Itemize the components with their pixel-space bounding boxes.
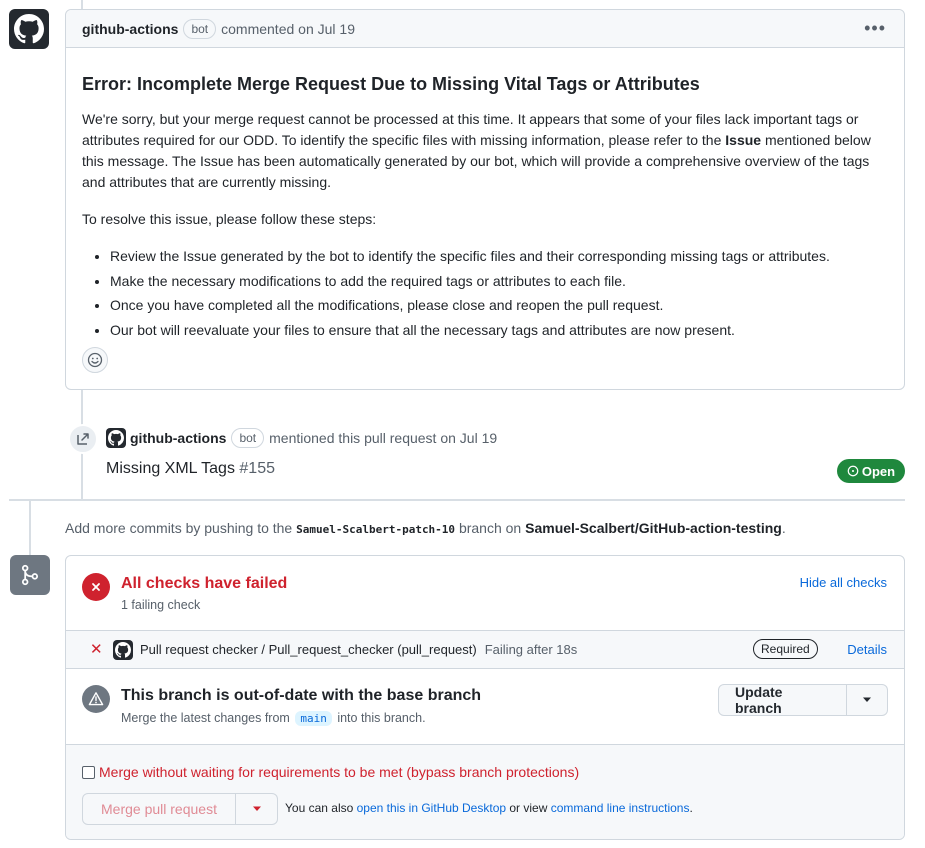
github-logo-icon [108, 430, 124, 446]
github-logo-icon [14, 14, 44, 44]
paragraph-bold-text: Issue [725, 132, 762, 148]
push-note-text: branch on [455, 520, 526, 536]
push-note: Add more commits by pushing to the Samue… [65, 520, 786, 536]
merge-button-group: Merge pull request [82, 793, 278, 825]
check-name-wrapper: Pull request checker / Pull_request_chec… [140, 642, 577, 657]
mention-author[interactable]: github-actions [130, 430, 226, 446]
x-icon: ✕ [90, 641, 103, 658]
comment-paragraph-1: We're sorry, but your merge request cann… [82, 109, 888, 193]
command-line-instructions-link[interactable]: command line instructions [551, 801, 690, 815]
github-actions-avatar-small[interactable] [106, 428, 126, 448]
triangle-down-icon [252, 806, 261, 811]
alert-glyph [88, 692, 104, 706]
git-merge-icon [10, 555, 50, 595]
comment-header: github-actions bot commented on Jul 19 •… [66, 10, 904, 48]
git-merge-glyph [21, 564, 39, 586]
issue-open-badge: Open [837, 459, 905, 483]
merge-method-dropdown[interactable] [236, 793, 278, 825]
hint-text: You can also [285, 801, 357, 815]
referenced-issue-link[interactable]: Missing XML Tags #155 [106, 460, 275, 478]
issue-title[interactable]: Missing XML Tags [106, 460, 235, 477]
comment-author[interactable]: github-actions [82, 21, 178, 37]
github-actions-avatar[interactable] [9, 9, 49, 49]
mention-meta: mentioned this pull request on Jul 19 [269, 430, 498, 446]
cross-reference-glyph [77, 433, 89, 445]
required-badge: Required [753, 639, 818, 659]
repo-name[interactable]: Samuel-Scalbert/GitHub-action-testing [525, 520, 782, 536]
merge-box: All checks have failed 1 failing check H… [65, 555, 905, 840]
add-reaction-button[interactable] [82, 347, 108, 373]
x-glyph [92, 583, 100, 591]
steps-list: Review the Issue generated by the bot to… [82, 246, 888, 341]
timeline-line [29, 501, 31, 555]
merge-hint: You can also open this in GitHub Desktop… [285, 801, 693, 815]
merge-pull-request-button[interactable]: Merge pull request [82, 793, 236, 825]
branch-sub-text: Merge the latest changes from [121, 711, 290, 725]
update-branch-dropdown[interactable] [847, 684, 888, 716]
timeline-line [81, 0, 83, 9]
hide-all-checks-link[interactable]: Hide all checks [800, 575, 887, 590]
branch-status-subtitle: Merge the latest changes from main into … [121, 711, 426, 726]
list-item: Review the Issue generated by the bot to… [110, 246, 888, 267]
bypass-checkbox[interactable] [82, 765, 95, 779]
comment-paragraph-2: To resolve this issue, please follow the… [82, 211, 377, 227]
kebab-horizontal-icon[interactable]: ••• [864, 19, 886, 37]
x-circle-icon [82, 573, 110, 601]
check-app-avatar[interactable] [113, 640, 133, 660]
update-branch-button[interactable]: Update branch [718, 684, 847, 716]
update-branch-group: Update branch [718, 684, 888, 716]
checks-summary: All checks have failed 1 failing check H… [66, 556, 904, 631]
list-item: Make the necessary modifications to add … [110, 271, 888, 292]
hint-text: or view [506, 801, 551, 815]
bot-badge: bot [183, 18, 217, 39]
branch-status-title: This branch is out-of-date with the base… [121, 687, 482, 704]
comment-title: Error: Incomplete Merge Request Due to M… [82, 74, 700, 94]
branch-sub-text: into this branch. [337, 711, 426, 725]
smiley-icon [87, 352, 103, 368]
alert-icon [82, 685, 110, 713]
issue-number: #155 [239, 460, 275, 477]
cross-reference-icon [68, 424, 98, 454]
head-branch-name[interactable]: Samuel-Scalbert-patch-10 [296, 523, 455, 536]
bot-badge: bot [231, 428, 265, 448]
bypass-option: Merge without waiting for requirements t… [82, 764, 579, 780]
base-branch-name[interactable]: main [295, 711, 332, 726]
check-name: Pull request checker / Pull_request_chec… [140, 642, 477, 657]
triangle-down-icon [863, 697, 871, 702]
list-item: Once you have completed all the modifica… [110, 295, 888, 316]
issue-opened-icon [847, 465, 859, 477]
checks-title: All checks have failed [121, 575, 288, 592]
check-status: Failing after 18s [484, 642, 578, 657]
comment-timestamp[interactable]: commented on Jul 19 [221, 21, 355, 37]
timeline-divider [9, 499, 905, 501]
list-item: Our bot will reevaluate your files to en… [110, 320, 888, 341]
branch-status: This branch is out-of-date with the base… [66, 669, 904, 745]
open-in-desktop-link[interactable]: open this in GitHub Desktop [357, 801, 506, 815]
checks-subtitle: 1 failing check [121, 598, 201, 612]
mention-event: github-actions bot mentioned this pull r… [106, 428, 497, 448]
bot-comment: github-actions bot commented on Jul 19 •… [65, 9, 905, 390]
bypass-label[interactable]: Merge without waiting for requirements t… [99, 764, 579, 780]
issue-status: Open [861, 463, 896, 479]
check-row: ✕ Pull request checker / Pull_request_ch… [66, 630, 904, 669]
hint-text: . [689, 801, 693, 815]
github-logo-icon [115, 642, 131, 658]
merge-section: Merge without waiting for requirements t… [66, 745, 904, 839]
check-details-link[interactable]: Details [847, 642, 887, 657]
push-note-text: Add more commits by pushing to the [65, 520, 297, 536]
comment-body: Error: Incomplete Merge Request Due to M… [66, 48, 904, 341]
push-note-text: . [781, 520, 786, 536]
